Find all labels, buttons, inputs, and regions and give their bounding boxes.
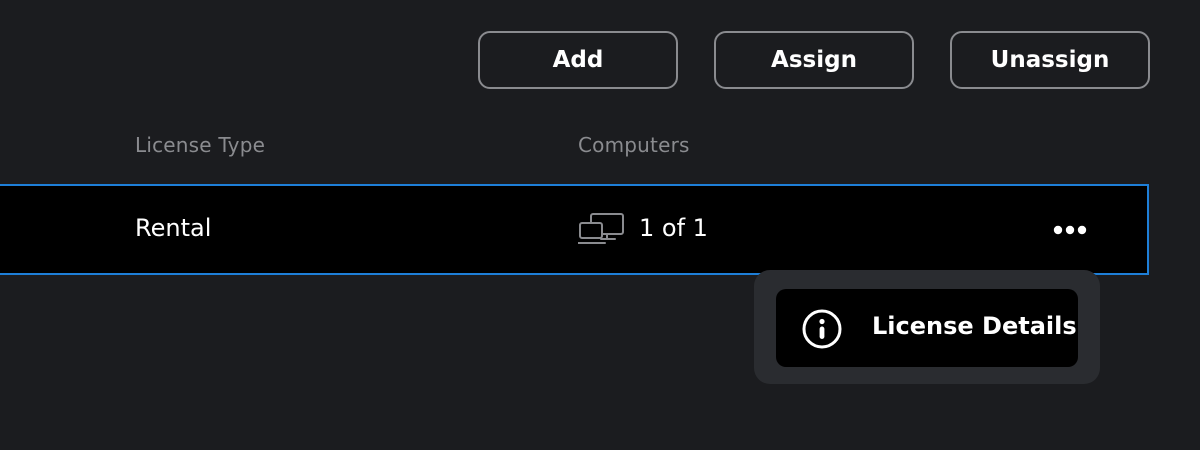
computers-icon bbox=[577, 212, 626, 248]
computers-count-cell: 1 of 1 bbox=[639, 214, 708, 242]
license-type-cell: Rental bbox=[135, 214, 212, 242]
menu-item-label: License Details bbox=[872, 312, 1077, 340]
unassign-button[interactable]: Unassign bbox=[950, 31, 1150, 89]
assign-button[interactable]: Assign bbox=[714, 31, 914, 89]
licenses-page: Add Assign Unassign License Type Compute… bbox=[0, 0, 1200, 450]
info-icon bbox=[801, 308, 843, 350]
column-header-computers[interactable]: Computers bbox=[578, 133, 690, 157]
more-options-button[interactable] bbox=[1044, 214, 1096, 246]
add-button[interactable]: Add bbox=[478, 31, 678, 89]
column-header-license-type[interactable]: License Type bbox=[135, 133, 265, 157]
more-horizontal-icon bbox=[1050, 224, 1090, 236]
